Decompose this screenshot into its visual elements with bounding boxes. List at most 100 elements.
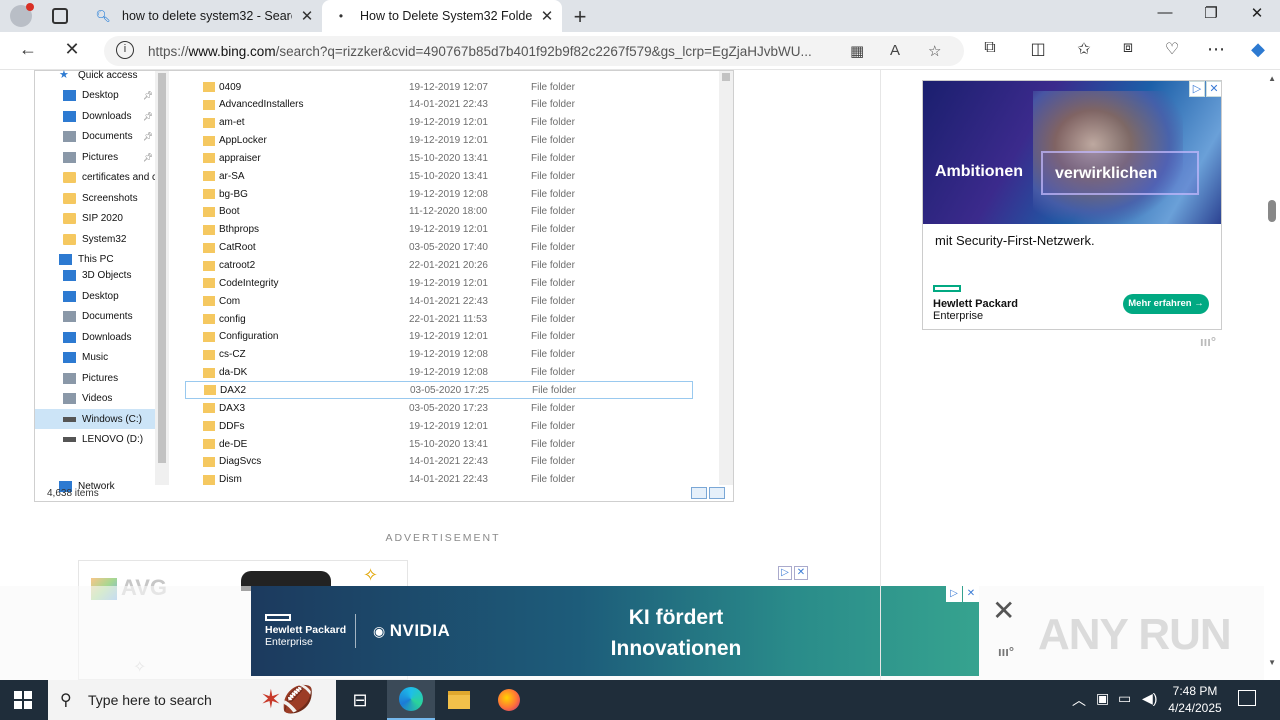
scroll-up-icon[interactable]: ▲ [1268,74,1276,83]
nav-item[interactable]: Screenshots [35,188,169,208]
ad-choices[interactable]: ▷ ✕ [776,562,808,580]
edge-taskbar-icon[interactable] [387,680,435,720]
file-row[interactable]: DiagSvcs 14-01-2021 22:43 File folder [185,453,693,471]
minimize-icon[interactable]: — [1142,4,1188,21]
adchoices-icon[interactable]: ▷ [778,566,792,580]
favorites-icon[interactable]: ✩ [1072,39,1096,59]
nav-item[interactable]: Music [35,347,169,367]
collections-icon[interactable]: ⧈ [1116,39,1140,57]
nav-item[interactable]: Downloads [35,327,169,347]
nav-item[interactable]: Documents 📌︎ [35,126,169,146]
nav-item[interactable]: Desktop [35,286,169,306]
tray-chevron-icon[interactable]: ︿ [1072,690,1086,710]
back-icon[interactable]: ← [16,39,40,60]
file-row[interactable]: AdvancedInstallers 14-01-2021 22:43 File f… [185,96,693,114]
restore-icon[interactable]: ❐ [1188,4,1234,22]
nav-item[interactable]: SIP 2020 [35,208,169,228]
network-icon[interactable]: ▭ [1118,690,1131,707]
clock[interactable]: 7:48 PM 4/24/2025 [1162,683,1228,717]
pc-icon [59,253,72,265]
nav-item[interactable]: Pictures 📌︎ [35,147,169,167]
file-row[interactable]: Bthprops 19-12-2019 12:01 File folder [185,221,693,239]
file-row[interactable]: catroot2 22-01-2021 20:26 File folder [185,257,693,275]
nav-item[interactable]: ★ Quick access [35,70,169,85]
task-view-icon[interactable]: ⊟ [336,680,384,720]
nav-item-label: Pictures [82,151,119,163]
file-row[interactable]: DDFs 19-12-2019 12:01 File folder [185,417,693,435]
favorite-star-icon[interactable]: ☆ [928,42,941,60]
file-row[interactable]: AppLocker 19-12-2019 12:01 File folder [185,132,693,150]
close-tab-icon[interactable]: ✕ [292,7,322,25]
adchoices-icon[interactable]: ▷ [1189,81,1205,97]
file-row[interactable]: de-DE 15-10-2020 13:41 File folder [185,435,693,453]
url-text[interactable]: https://www.bing.com/search?q=rizzker&cv… [148,44,848,59]
close-tab-icon[interactable]: ✕ [532,7,562,25]
extensions-icon[interactable]: ⧉ [978,39,1002,57]
windows-start-icon[interactable] [14,691,32,709]
file-row[interactable]: 0409 19-12-2019 12:07 File folder [185,78,693,96]
page-scrollbar[interactable]: ▲ ▼ [1264,70,1280,670]
file-row[interactable]: DAX2 03-05-2020 17:25 File folder [185,381,693,400]
file-row[interactable]: Configuration 19-12-2019 12:01 File folder [185,328,693,346]
file-row[interactable]: da-DK 19-12-2019 12:08 File folder [185,364,693,382]
file-row[interactable]: config 22-01-2021 11:53 File folder [185,310,693,328]
close-ad-icon[interactable]: ✕ [794,566,808,580]
file-row[interactable]: DAX3 03-05-2020 17:23 File folder [185,399,693,417]
file-name: AppLocker [219,135,267,147]
tray-device-icon[interactable]: ▣ [1096,690,1109,707]
more-menu-icon[interactable]: ⋯ [1204,39,1228,60]
file-date: 14-01-2021 22:43 [409,474,488,486]
tab-search[interactable]: 🔍︎ how to delete system32 - Search ✕ [84,0,322,32]
stop-loading-icon[interactable]: ✕ [60,39,84,60]
bottom-hpe-nvidia-ad[interactable]: Hewlett Packard Enterprise NVIDIA KI för… [251,586,979,676]
tab-title: how to delete system32 - Search [122,9,292,23]
learn-more-button[interactable]: Mehr erfahren → [1123,294,1209,314]
firefox-icon[interactable] [485,680,533,720]
close-ad-icon[interactable]: ✕ [1206,81,1221,97]
new-tab-icon[interactable]: + [568,4,592,30]
file-row[interactable]: ar-SA 15-10-2020 13:41 File folder [185,167,693,185]
file-row[interactable]: CodeIntegrity 19-12-2019 12:01 File folder [185,274,693,292]
notifications-icon[interactable] [1238,690,1256,706]
adchoices-icon[interactable]: ▷ [946,586,962,602]
file-date: 19-12-2019 12:01 [409,420,488,432]
file-explorer-icon[interactable] [435,680,483,720]
file-row[interactable]: Dism 14-01-2021 22:43 File folder [185,471,693,489]
scroll-thumb[interactable] [1268,200,1276,222]
nav-item[interactable]: Pictures [35,368,169,388]
file-row[interactable]: Boot 11-12-2020 18:00 File folder [185,203,693,221]
close-window-icon[interactable]: ✕ [1234,4,1280,22]
file-row[interactable]: am-et 19-12-2019 12:01 File folder [185,114,693,132]
file-row[interactable]: CatRoot 03-05-2020 17:40 File folder [185,239,693,257]
close-ad-icon[interactable]: ✕ [963,586,979,602]
file-row[interactable]: appraiser 15-10-2020 13:41 File folder [185,149,693,167]
profile-avatar[interactable] [10,3,34,27]
nav-item[interactable]: Documents [35,306,169,326]
close-banner-icon[interactable]: ✕ [992,594,1015,627]
split-screen-icon[interactable]: ◫ [1026,39,1050,59]
nav-item[interactable]: Videos [35,388,169,408]
hpe-side-ad[interactable]: Ambitionen verwirklichen ▷ ✕ mit Securit… [922,80,1222,330]
tab-actions-icon[interactable] [52,8,68,24]
app-available-icon[interactable]: ▦ [850,42,864,60]
tab-article[interactable]: • How to Delete System32 Folder i ✕ [322,0,562,32]
volume-icon[interactable]: ◀) [1142,690,1157,707]
file-row[interactable]: cs-CZ 19-12-2019 12:08 File folder [185,346,693,364]
taskbar-search[interactable]: ⚲ Type here to search ✶🏈 [48,680,336,720]
address-bar[interactable]: i https://www.bing.com/search?q=rizzker&… [104,36,964,66]
nav-item[interactable]: Windows (C:) [35,409,169,429]
nav-item[interactable]: Desktop 📌︎ [35,85,169,105]
file-row[interactable]: Com 14-01-2021 22:43 File folder [185,292,693,310]
nav-item[interactable]: 3D Objects [35,265,169,285]
nav-item[interactable]: Downloads 📌︎ [35,106,169,126]
nav-item[interactable]: LENOVO (D:) [35,429,169,449]
browser-essentials-icon[interactable]: ♡ [1160,39,1184,59]
read-aloud-icon[interactable]: A [890,42,900,59]
scroll-down-icon[interactable]: ▼ [1268,658,1276,667]
file-name: Boot [219,206,240,218]
file-row[interactable]: bg-BG 19-12-2019 12:08 File folder [185,185,693,203]
nav-item[interactable]: certificates and c [35,167,169,187]
site-info-icon[interactable]: i [116,41,134,59]
nav-item[interactable]: System32 [35,229,169,249]
copilot-icon[interactable]: ◆ [1246,39,1270,60]
